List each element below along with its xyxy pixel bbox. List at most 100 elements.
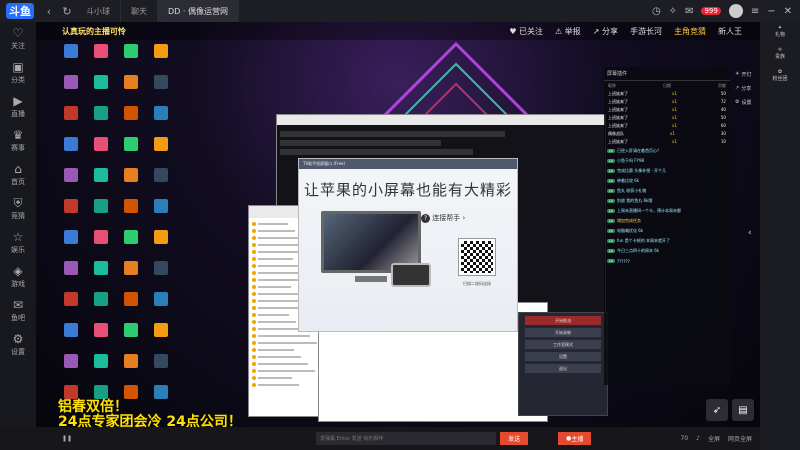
obs-record-button[interactable]: 开始录制 bbox=[525, 328, 601, 337]
chat-message: LV 小鱼干吗 FY98 bbox=[607, 158, 645, 163]
desktop-app-icon bbox=[86, 137, 116, 168]
sidebar-item-7[interactable]: ◈ 游戏 bbox=[0, 260, 36, 294]
desktop-app-icon bbox=[146, 292, 176, 323]
player-bottom-bar: ❚❚ 发弹幕 Enter 发送 快乐相伴 发送 ● 主播 70 ♪ 全屏 网页全… bbox=[0, 427, 760, 450]
desktop-app-icon bbox=[116, 292, 146, 323]
sidebar-item-9[interactable]: ⚙ 设置 bbox=[0, 328, 36, 362]
desktop-app-icon bbox=[86, 292, 116, 323]
tv-icon: ▣ bbox=[12, 60, 24, 74]
mail-icon[interactable]: ✉ bbox=[685, 6, 693, 17]
obs-studio-button[interactable]: 工作室模式 bbox=[525, 340, 601, 349]
chat-message: LV fun 是个卡顿的 本周末就开了 bbox=[607, 238, 670, 243]
desktop-app-icon bbox=[86, 323, 116, 354]
app-frame: 斗鱼 ‹ ↻ 斗小球 聊天 DD · 偶像运营网 ◷ ✧ ✉ 999 ≡ − ✕… bbox=[0, 0, 800, 450]
tab-2[interactable]: DD · 偶像运营网 bbox=[158, 0, 239, 22]
desktop-app-icon bbox=[86, 199, 116, 230]
desktop-app-icon bbox=[56, 137, 86, 168]
desktop-app-icon bbox=[86, 106, 116, 137]
share-button[interactable]: ↗ 分享 bbox=[593, 26, 618, 37]
nav-link-0[interactable]: 手游长河 bbox=[630, 26, 662, 37]
star-icon: ☆ bbox=[12, 230, 24, 244]
chat-message: LV 增加完成任务 bbox=[607, 218, 641, 223]
douyu-logo[interactable]: 斗鱼 bbox=[0, 0, 40, 22]
gift-box-icon[interactable]: ▤ bbox=[732, 399, 754, 421]
light-toggle[interactable]: ☀ 开灯 bbox=[735, 67, 760, 81]
send-button[interactable]: 发送 bbox=[500, 432, 529, 445]
rail-item-1[interactable]: ♔ 贵族 bbox=[760, 44, 800, 66]
home-icon: ⌂ bbox=[14, 162, 22, 176]
chat-rank-row: 上班族来了 x1 40 bbox=[608, 107, 726, 112]
chat-message: LV?????? bbox=[607, 258, 630, 264]
desktop-app-icon bbox=[146, 75, 176, 106]
sidebar-item-2[interactable]: ▶ 直播 bbox=[0, 90, 36, 124]
chat-message: LV 上周末直播间一个卡，预计本周末都 bbox=[607, 208, 681, 213]
game-icon: ◈ bbox=[13, 264, 23, 278]
refresh-icon[interactable]: ↻ bbox=[58, 5, 76, 18]
minimize-icon[interactable]: − bbox=[767, 6, 775, 17]
chat-rank-row: 上班族来了 x1 10 bbox=[608, 139, 726, 144]
tab-0[interactable]: 斗小球 bbox=[76, 0, 121, 22]
rail-item-0[interactable]: ✦ 礼物 bbox=[760, 22, 800, 44]
chat-rank-row: 偶像战队 x1 30 bbox=[608, 131, 726, 136]
tab-1[interactable]: 聊天 bbox=[121, 0, 158, 22]
gear-icon: ⚙ bbox=[12, 332, 24, 346]
gift-buttons: ➶ ▤ bbox=[706, 399, 754, 421]
pause-icon[interactable]: ❚❚ bbox=[62, 435, 72, 442]
stream-header: 认真玩的主播可怜 ♥ 已关注 ⚠ 举报 ↗ 分享 手游长河 主角竞猜 新人王 bbox=[36, 22, 760, 40]
obs-settings-button[interactable]: 设置 bbox=[525, 352, 601, 361]
chat-message: LV 带着比较 6k bbox=[607, 178, 640, 183]
chat-rank-row: 上班族来了 x1 60 bbox=[608, 123, 726, 128]
avatar[interactable] bbox=[728, 4, 743, 18]
notification-badge[interactable]: 999 bbox=[701, 7, 721, 15]
chevron-left-icon[interactable]: ‹ bbox=[748, 228, 752, 238]
anchor-button[interactable]: ● 主播 bbox=[558, 432, 592, 445]
gift-icon[interactable]: ✧ bbox=[669, 6, 677, 17]
volume-icon[interactable]: ♪ bbox=[696, 435, 700, 442]
close-icon[interactable]: ✕ bbox=[784, 6, 792, 17]
shield-icon: ⛨ bbox=[13, 196, 23, 210]
report-button[interactable]: ⚠ 举报 bbox=[555, 26, 581, 37]
play-icon: ▶ bbox=[13, 94, 23, 108]
obs-exit-button[interactable]: 退出 bbox=[525, 364, 601, 373]
sidebar-item-1[interactable]: ▣ 分类 bbox=[0, 56, 36, 90]
desktop-app-icon bbox=[116, 323, 146, 354]
stream-right-tools: ☀ 开灯 ↗ 分享 ⚙ 设置 bbox=[735, 67, 760, 127]
desktop-app-icon bbox=[146, 44, 176, 75]
live-stream-player[interactable]: 认真玩的主播可怜 ♥ 已关注 ⚠ 举报 ↗ 分享 手游长河 主角竞猜 新人王 T… bbox=[36, 22, 760, 427]
sidebar-item-6[interactable]: ☆ 娱乐 bbox=[0, 226, 36, 260]
desktop-app-icon bbox=[86, 75, 116, 106]
web-fullscreen-button[interactable]: 网页全屏 bbox=[728, 434, 752, 443]
follow-button[interactable]: ♥ 已关注 bbox=[509, 26, 543, 37]
fullscreen-button[interactable]: 全屏 bbox=[708, 434, 720, 443]
connect-link[interactable]: ? 连接帮手 › bbox=[421, 213, 465, 223]
desktop-app-icon bbox=[116, 230, 146, 261]
obs-start-stream-button[interactable]: 开始推流 bbox=[525, 316, 601, 325]
sidebar-item-5[interactable]: ⛨ 竞猜 bbox=[0, 192, 36, 226]
sidebar-item-4[interactable]: ⌂ 首页 bbox=[0, 158, 36, 192]
desktop-app-icon bbox=[56, 75, 86, 106]
stream-chat-overlay: 屏幕插件 昵称 日期 贡献 上班族来了 x1 50 上班族来了 x1 72 上班族来了 x1 4… bbox=[604, 67, 730, 385]
desktop-app-icon bbox=[56, 261, 86, 292]
desktop-app-icon bbox=[146, 106, 176, 137]
desktop-app-icon bbox=[56, 230, 86, 261]
desktop-app-icon bbox=[146, 323, 176, 354]
sidebar-item-0[interactable]: ♡ 关注 bbox=[0, 22, 36, 56]
sidebar-item-8[interactable]: ✉ 鱼吧 bbox=[0, 294, 36, 328]
clock-icon[interactable]: ◷ bbox=[652, 6, 661, 17]
chat-overlay-title: 屏幕插件 bbox=[604, 67, 730, 81]
nav-link-1[interactable]: 主角竞猜 bbox=[674, 26, 706, 37]
top-right-icons: ◷ ✧ ✉ 999 ≡ − ✕ bbox=[652, 4, 800, 18]
desktop-app-icon bbox=[86, 354, 116, 385]
sidebar-item-3[interactable]: ♛ 赛事 bbox=[0, 124, 36, 158]
danmu-input[interactable]: 发弹幕 Enter 发送 快乐相伴 bbox=[316, 432, 497, 445]
rail-item-2[interactable]: ✿ 粉丝团 bbox=[760, 66, 800, 88]
chat-message: LV 完成比赛 头像补偿 · 开个几 bbox=[607, 168, 667, 173]
back-icon[interactable]: ‹ bbox=[40, 5, 58, 18]
rocket-icon[interactable]: ➶ bbox=[706, 399, 728, 421]
nav-link-2[interactable]: 新人王 bbox=[718, 26, 742, 37]
menu-icon[interactable]: ≡ bbox=[751, 6, 759, 17]
share-toggle[interactable]: ↗ 分享 bbox=[735, 81, 760, 95]
settings-toggle[interactable]: ⚙ 设置 bbox=[735, 95, 760, 109]
desktop-app-icon bbox=[146, 137, 176, 168]
share-icon: ↗ bbox=[735, 85, 740, 91]
